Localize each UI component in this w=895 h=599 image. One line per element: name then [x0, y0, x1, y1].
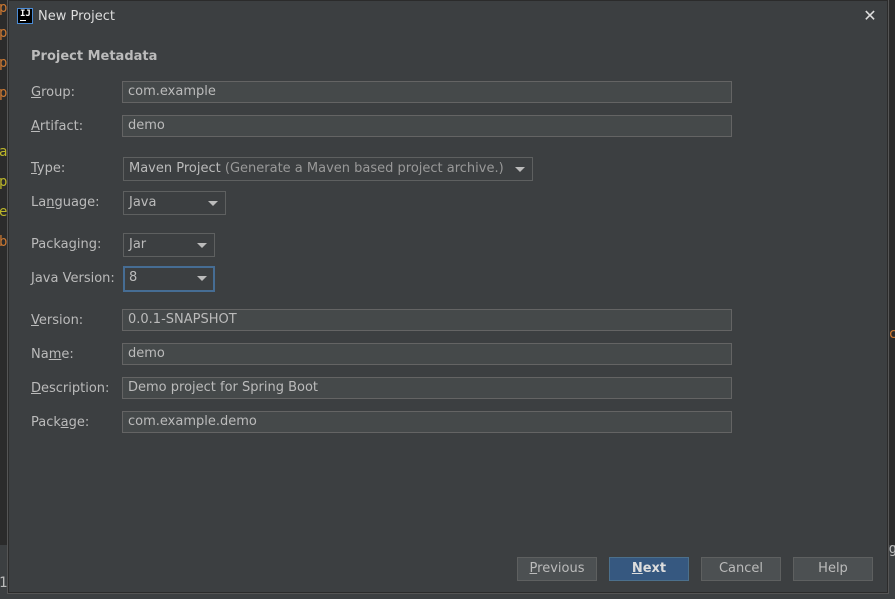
new-project-dialog: IJ New Project ✕ Project Metadata Group:…: [8, 0, 888, 593]
label-text: Na: [31, 347, 49, 362]
previous-button[interactable]: Previous: [517, 557, 597, 581]
name-field[interactable]: demo: [122, 343, 732, 365]
bg-code-glyph: p: [0, 85, 8, 101]
artifact-field[interactable]: demo: [122, 115, 732, 137]
dialog-titlebar[interactable]: IJ New Project ✕: [9, 1, 887, 32]
mnemonic: P: [529, 561, 538, 576]
bg-code-glyph: c: [888, 326, 895, 342]
packaging-label: Packaging:: [31, 237, 101, 252]
group-field[interactable]: com.example: [122, 81, 732, 103]
mnemonic: V: [31, 313, 39, 328]
button-label: ext: [642, 561, 667, 576]
type-label: Type:: [31, 161, 65, 176]
packaging-combo[interactable]: Jar: [123, 233, 215, 257]
mnemonic: D: [31, 381, 42, 396]
bg-code-glyph: 1: [0, 575, 8, 591]
mnemonic: G: [31, 85, 42, 100]
artifact-label: Artifact:: [31, 119, 83, 134]
bg-code-glyph: e: [0, 204, 8, 220]
chevron-down-icon: [197, 276, 207, 281]
packaging-value: Jar: [129, 237, 147, 252]
help-button[interactable]: Help: [793, 557, 873, 581]
language-label: Language:: [31, 195, 100, 210]
button-label: revious: [537, 561, 585, 576]
mnemonic: a: [60, 415, 69, 430]
java-version-combo[interactable]: 8: [123, 266, 215, 292]
name-label: Name:: [31, 347, 74, 362]
chevron-down-icon: [208, 201, 218, 206]
java-version-label: Java Version:: [31, 271, 115, 286]
label-text: ype:: [36, 161, 66, 176]
label-text: rtifact:: [39, 119, 84, 134]
mnemonic: m: [48, 347, 62, 362]
package-label: Package:: [31, 415, 89, 430]
description-field[interactable]: Demo project for Spring Boot: [122, 377, 732, 399]
version-field[interactable]: 0.0.1-SNAPSHOT: [122, 309, 732, 331]
label-text: roup:: [41, 85, 75, 100]
group-label: Group:: [31, 85, 75, 100]
label-text: escription:: [41, 381, 110, 396]
bg-code-glyph: p: [0, 55, 8, 71]
language-value: Java: [129, 195, 157, 210]
label-text: Pack: [31, 415, 61, 430]
dialog-title: New Project: [38, 9, 115, 24]
chevron-down-icon: [515, 167, 525, 172]
mnemonic: A: [31, 119, 40, 134]
label-text: ava Version:: [34, 271, 115, 286]
type-hint: (Generate a Maven based project archive.…: [224, 161, 504, 176]
close-icon[interactable]: ✕: [859, 5, 881, 27]
cancel-button[interactable]: Cancel: [701, 557, 781, 581]
type-value: Maven Project: [129, 161, 221, 176]
label-text: ing:: [76, 237, 102, 252]
bg-code-glyph: g: [888, 541, 895, 557]
bg-code-glyph: p: [0, 0, 8, 16]
bg-code-glyph: b: [0, 234, 8, 250]
intellij-app-icon: IJ: [17, 8, 33, 24]
next-button[interactable]: Next: [609, 557, 689, 581]
version-label: Version:: [31, 313, 83, 328]
label-text: e:: [61, 347, 74, 362]
label-text: La: [31, 195, 47, 210]
mnemonic: g: [68, 237, 77, 252]
bg-code-glyph: p: [0, 25, 8, 41]
language-combo[interactable]: Java: [123, 191, 226, 215]
bg-code-glyph: p: [0, 174, 8, 190]
section-title: Project Metadata: [31, 49, 158, 64]
bg-code-glyph: a: [0, 144, 8, 160]
type-combo[interactable]: Maven Project (Generate a Maven based pr…: [123, 157, 533, 181]
label-text: guage:: [54, 195, 100, 210]
label-text: ersion:: [38, 313, 84, 328]
app-icon-text: IJ: [20, 9, 31, 19]
app-icon-bar: [20, 20, 26, 21]
description-label: Description:: [31, 381, 109, 396]
label-text: Packa: [31, 237, 69, 252]
java-version-value: 8: [129, 270, 138, 285]
chevron-down-icon: [197, 243, 207, 248]
mnemonic: N: [631, 561, 643, 576]
label-text: ge:: [68, 415, 90, 430]
package-field[interactable]: com.example.demo: [122, 411, 732, 433]
